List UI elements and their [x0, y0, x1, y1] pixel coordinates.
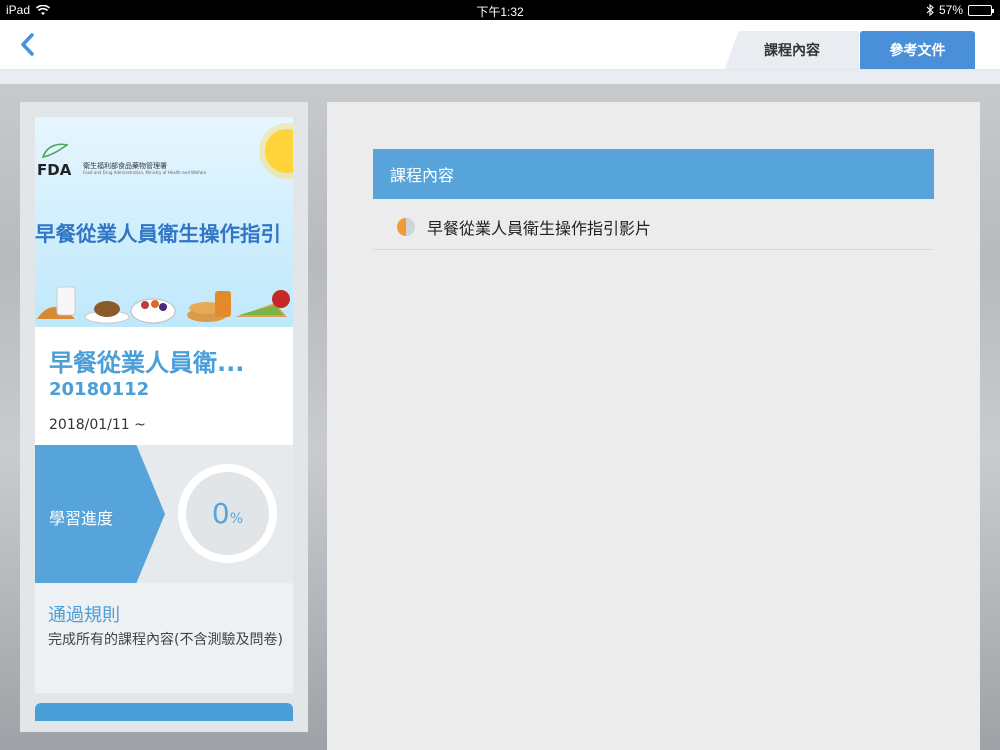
course-code: 20180112	[49, 379, 150, 400]
back-icon[interactable]	[16, 30, 44, 60]
progress-ring: 0 %	[178, 464, 277, 563]
course-banner-image: FDA 衛生福利部食品藥物管理署 Food and Drug Administr…	[35, 117, 293, 327]
list-item-label: 早餐從業人員衛生操作指引影片	[427, 218, 652, 238]
course-info: 早餐從業人員衛... 20180112 2018/01/11 ~	[35, 327, 293, 445]
leaf-logo-icon	[41, 143, 69, 158]
course-title: 早餐從業人員衛...	[49, 349, 245, 377]
battery-icon	[968, 4, 994, 16]
progress-value: 0	[211, 497, 230, 530]
progress-label: 學習進度	[49, 509, 114, 528]
breakfast-food-illustration	[37, 286, 290, 324]
pass-rules: 通過規則 完成所有的課程內容(不含測驗及問卷)	[35, 583, 293, 693]
nav-bar: 課程內容 參考文件	[0, 20, 1000, 70]
rules-text: 完成所有的課程內容(不含測驗及問卷)	[48, 632, 283, 648]
agency-subtitle: Food and Drug Administration, Ministry o…	[83, 170, 207, 175]
sun-icon	[265, 129, 293, 173]
rules-title: 通過規則	[48, 605, 120, 626]
half-complete-icon	[397, 217, 415, 236]
course-card: FDA 衛生福利部食品藥物管理署 Food and Drug Administr…	[20, 102, 308, 732]
section-header: 課程內容	[373, 149, 934, 199]
progress-unit: %	[229, 510, 244, 527]
status-bar: iPad 下午1:32 57%	[0, 0, 1000, 20]
nav-underline	[0, 70, 1000, 84]
banner-title: 早餐從業人員衛生操作指引	[35, 222, 281, 246]
learning-progress: 學習進度 0 %	[35, 445, 293, 583]
tab-course-content[interactable]: 課程內容	[725, 31, 859, 69]
tab-reference-docs[interactable]: 參考文件	[860, 31, 975, 69]
battery-percent: 57%	[938, 3, 963, 17]
fda-logo: FDA	[37, 161, 72, 179]
clock: 下午1:32	[476, 5, 524, 19]
content-panel: 課程內容 早餐從業人員衛生操作指引影片	[327, 102, 980, 750]
bluetooth-icon	[926, 4, 934, 16]
action-button[interactable]	[35, 703, 293, 721]
list-item[interactable]: 早餐從業人員衛生操作指引影片	[373, 204, 934, 250]
course-date: 2018/01/11 ~	[49, 417, 146, 433]
